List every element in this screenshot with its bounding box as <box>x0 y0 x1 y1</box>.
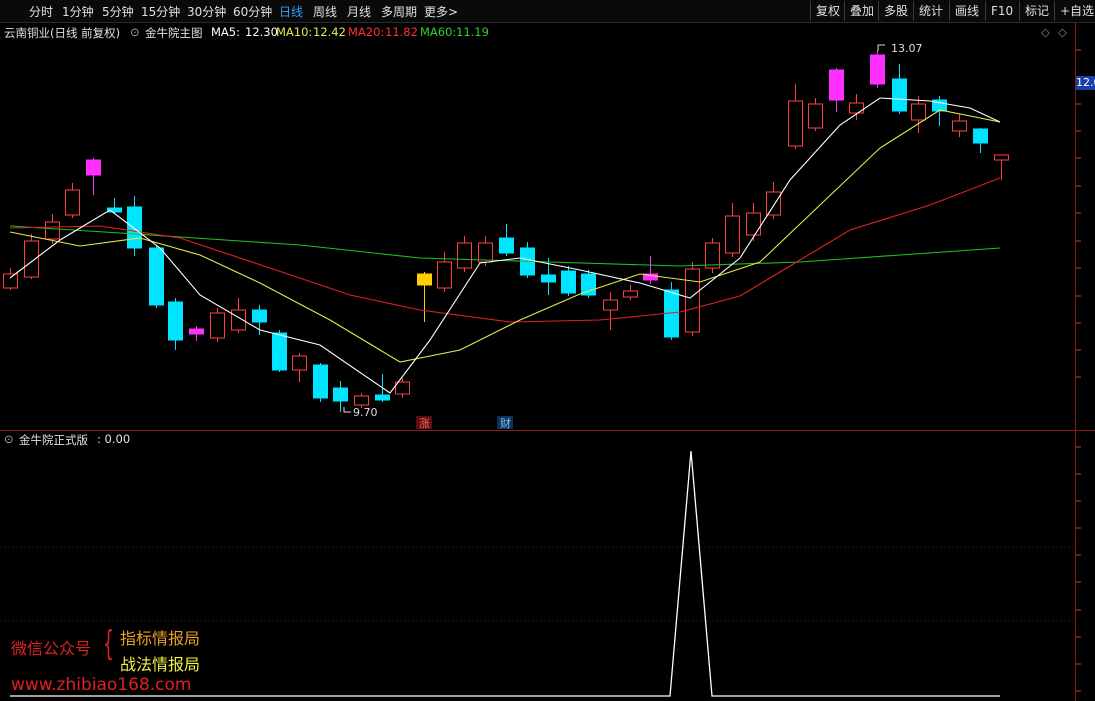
candle-body <box>210 312 225 339</box>
candlestick-series <box>3 50 1009 412</box>
ma60-label: MA60: <box>420 25 457 39</box>
candle-body <box>149 247 164 306</box>
low-pointer <box>343 407 351 413</box>
candle-body <box>911 103 926 121</box>
candle-body <box>561 270 576 294</box>
brace-icon: { <box>103 624 114 664</box>
sub-chart-grid <box>0 546 1075 622</box>
candle-body <box>685 268 700 333</box>
candle-body <box>457 242 472 269</box>
candle-body <box>354 395 369 406</box>
candle-body <box>623 290 638 298</box>
candle-body <box>252 309 267 323</box>
collapse-circle-icon[interactable]: ⊙ <box>4 432 14 446</box>
candle-body <box>952 120 967 132</box>
candle-body <box>417 273 432 286</box>
ma10-label: MA10: <box>276 25 313 39</box>
cai-marker: 财 <box>500 416 511 430</box>
diamond-icon[interactable]: ◇ <box>1058 25 1067 39</box>
candle-body <box>127 206 142 249</box>
candle-body <box>973 128 988 144</box>
low-price-label: 9.70 <box>353 406 378 419</box>
candle-body <box>313 364 328 399</box>
candle-body <box>746 212 761 236</box>
candle-body <box>829 69 844 101</box>
candle-body <box>499 237 514 254</box>
candle-body <box>292 355 307 371</box>
ma5-label: MA5: <box>211 25 240 39</box>
watermark-line2: 战法情报局 <box>120 655 201 674</box>
candle-body <box>478 242 493 263</box>
candle-body <box>333 387 348 402</box>
sub-indicator-name[interactable]: 金牛院正式版 <box>19 432 88 448</box>
high-price-label: 13.07 <box>891 42 923 55</box>
candle-body <box>375 394 390 401</box>
candle-body <box>24 240 39 278</box>
price-axis-ticks <box>1076 49 1081 692</box>
candle-body <box>788 100 803 147</box>
zhang-marker: 涨 <box>419 417 430 430</box>
stock-name: 云南铜业(日线 前复权) <box>4 26 121 40</box>
watermark-line1: 指标情报局 <box>120 629 201 648</box>
candle-body <box>603 299 618 311</box>
candle-body <box>168 301 183 341</box>
candle-body <box>581 273 596 296</box>
collapse-circle-icon[interactable]: ⊙ <box>130 25 140 39</box>
high-pointer <box>877 44 885 51</box>
sub-indicator-value: : 0.00 <box>97 432 131 446</box>
candle-body <box>86 159 101 176</box>
candle-body <box>994 154 1009 161</box>
ma10-value: 12.42 <box>313 25 346 39</box>
current-price-tag: 12.0 <box>1076 76 1095 90</box>
candle-body <box>766 191 781 216</box>
chart-canvas: 13.07 9.70 涨 财 <box>0 22 1095 701</box>
candle-body <box>725 215 740 254</box>
indicator-name[interactable]: 金牛院主图 <box>145 25 203 41</box>
candle-body <box>65 189 80 216</box>
ma20-value: 11.82 <box>385 25 418 39</box>
candle-body <box>808 103 823 129</box>
low-annotation: 9.70 <box>343 406 378 419</box>
diamond-icon[interactable]: ◇ <box>1041 25 1050 39</box>
candle-body <box>272 332 287 371</box>
high-annotation: 13.07 <box>877 42 923 55</box>
candle-body <box>849 102 864 114</box>
candle-body <box>437 261 452 289</box>
candle-body <box>189 328 204 335</box>
candle-body <box>3 273 18 289</box>
ma20-label: MA20: <box>348 25 385 39</box>
wechat-account-label: 微信公众号 <box>11 639 92 658</box>
candle-body <box>870 54 885 85</box>
candle-body <box>45 221 60 240</box>
candle-body <box>892 78 907 112</box>
watermark-url: www.zhibiao168.com <box>11 675 192 695</box>
ma5-value: 12.30 <box>245 25 278 39</box>
candle-body <box>541 274 556 283</box>
ma60-value: 11.19 <box>456 25 489 39</box>
